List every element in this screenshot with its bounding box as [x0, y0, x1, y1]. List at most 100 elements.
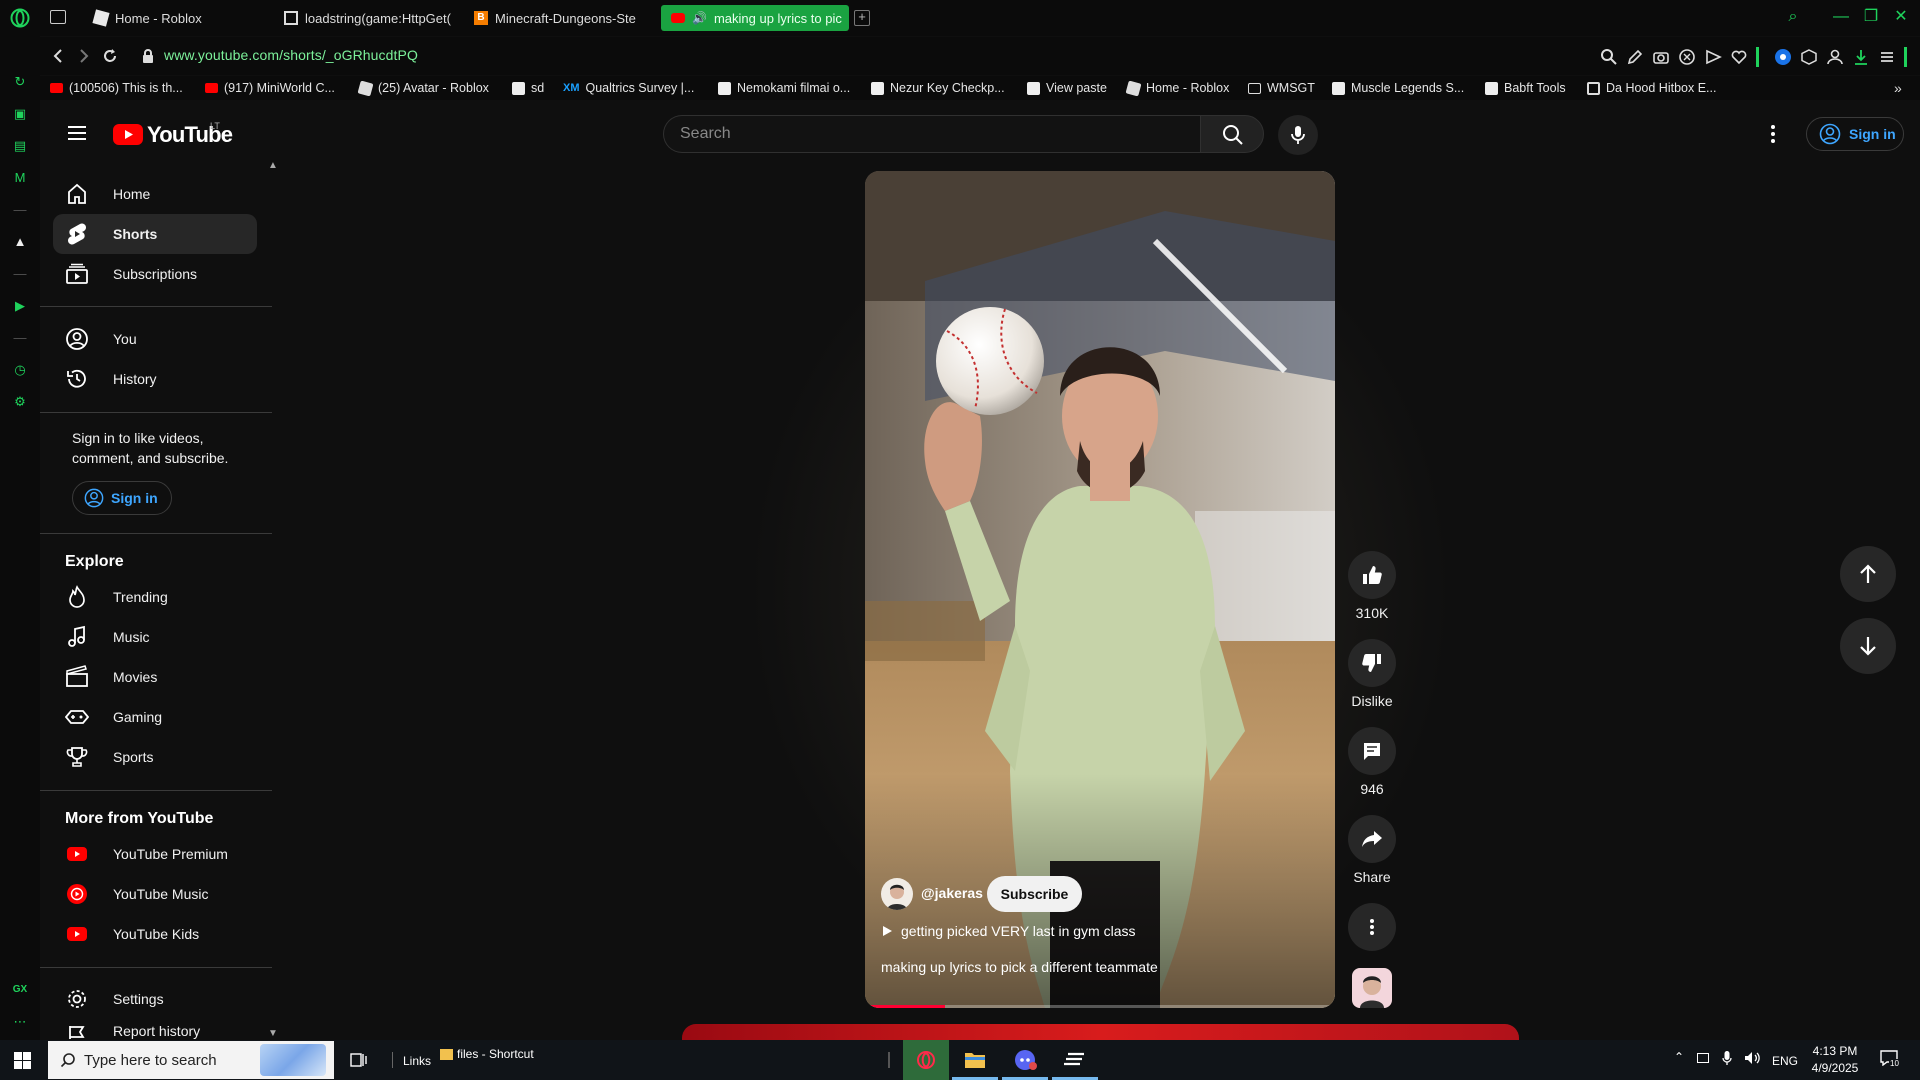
clock-time[interactable]: 4:13 PM [1810, 1044, 1860, 1058]
guide-scroll-up-icon[interactable]: ▲ [268, 160, 278, 171]
meet-now-icon[interactable] [1697, 1053, 1709, 1063]
file-explorer-app[interactable] [952, 1040, 998, 1080]
messenger-icon[interactable]: M [10, 168, 30, 188]
bookmark-item[interactable]: Muscle Legends S... [1332, 80, 1464, 96]
volume-icon[interactable] [1744, 1051, 1762, 1065]
youtube-logo-icon[interactable] [113, 124, 143, 145]
url-text[interactable]: www.youtube.com/shorts/_oGRhucdtPQ [164, 47, 418, 63]
bookmark-item[interactable]: (100506) This is th... [50, 80, 183, 96]
dislike-button[interactable] [1348, 639, 1396, 687]
bookmark-item[interactable]: View paste [1027, 80, 1107, 96]
tab-roblox-home[interactable]: Home - Roblox [84, 5, 272, 31]
discord-app[interactable] [1002, 1040, 1048, 1080]
shield-icon[interactable] [1678, 48, 1696, 66]
files-shortcut[interactable]: files - Shortcut [440, 1047, 534, 1061]
guide-history[interactable]: History [53, 359, 257, 399]
gx-control-icon[interactable]: ↻ [10, 72, 30, 92]
bookmark-item[interactable]: WMSGT [1248, 80, 1315, 96]
camera-icon[interactable] [1652, 48, 1670, 66]
speaker-icon[interactable]: 🔊 [692, 11, 707, 25]
guide-subscriptions[interactable]: Subscriptions [53, 254, 257, 294]
gx-corner-icon[interactable]: ▤ [10, 136, 30, 156]
sound-avatar[interactable] [1352, 968, 1392, 1008]
guide-trending[interactable]: Trending [53, 577, 257, 617]
share-button[interactable] [1348, 815, 1396, 863]
restore-button[interactable]: ❐ [1860, 6, 1882, 28]
opera-gx-logo[interactable] [9, 7, 31, 29]
settings-more-icon[interactable] [1770, 124, 1776, 144]
twitch-icon[interactable]: ▣ [10, 104, 30, 124]
search-box[interactable] [663, 115, 1200, 153]
channel-handle[interactable]: @jakeras [921, 885, 983, 901]
bookmark-item[interactable]: Da Hood Hitbox E... [1587, 80, 1716, 96]
windows-start-icon[interactable] [14, 1052, 31, 1069]
easy-setup-icon[interactable] [1878, 48, 1896, 66]
previous-short-button[interactable] [1840, 546, 1896, 602]
search-tabs-icon[interactable]: ⌕ [1782, 6, 1804, 28]
guide-report-history[interactable]: Report history [53, 1019, 257, 1039]
language-indicator[interactable]: ENG [1772, 1054, 1798, 1068]
lock-icon[interactable] [142, 49, 154, 63]
guide-settings[interactable]: Settings [53, 979, 257, 1019]
next-short-button[interactable] [1840, 618, 1896, 674]
bookmark-item[interactable]: XM Qualtrics Survey |... [563, 80, 694, 96]
more-bookmarks-icon[interactable]: » [1894, 80, 1902, 96]
guide-home[interactable]: Home [53, 174, 257, 214]
zoom-icon[interactable] [1600, 48, 1618, 66]
guide-music[interactable]: Music [53, 617, 257, 657]
taskbar-search-box[interactable]: Type here to search [48, 1041, 334, 1079]
search-button[interactable] [1200, 115, 1264, 153]
guide-movies[interactable]: Movies [53, 657, 257, 697]
send-icon[interactable] [1704, 48, 1722, 66]
player-icon[interactable]: ▶ [10, 296, 30, 316]
more-actions-button[interactable] [1348, 903, 1396, 951]
edit-icon[interactable] [1626, 48, 1644, 66]
minimize-button[interactable]: — [1830, 6, 1852, 28]
reload-icon[interactable] [102, 48, 118, 64]
tab-loadstring[interactable]: loadstring(game:HttpGet( [274, 5, 462, 31]
bookmark-item[interactable]: sd [512, 80, 544, 96]
close-window-button[interactable]: ✕ [1890, 6, 1912, 28]
microphone-tray-icon[interactable] [1722, 1050, 1732, 1066]
bookmark-item[interactable]: (917) MiniWorld C... [205, 80, 335, 96]
download-icon[interactable] [1852, 48, 1870, 66]
links-toolbar[interactable]: Links [403, 1054, 431, 1068]
bookmark-item[interactable]: Babft Tools [1485, 80, 1566, 96]
guide-shorts[interactable]: Shorts [53, 214, 257, 254]
guide-youtube-kids[interactable]: YouTube Kids [53, 914, 257, 954]
forward-icon[interactable] [76, 48, 92, 64]
notifications-icon[interactable]: 10 [1880, 1050, 1900, 1068]
guide-sports[interactable]: Sports [53, 737, 257, 777]
bookmark-item[interactable]: Home - Roblox [1125, 80, 1229, 96]
search-input[interactable] [664, 116, 1200, 152]
playlist-link[interactable]: getting picked VERY last in gym class [881, 923, 1136, 939]
show-hidden-icons[interactable]: ⌃ [1674, 1050, 1684, 1064]
channel-avatar[interactable] [881, 878, 913, 910]
app-lines-icon[interactable] [1052, 1040, 1098, 1080]
bookmark-item[interactable]: (25) Avatar - Roblox [357, 80, 489, 96]
menu-icon[interactable] [66, 124, 88, 142]
opera-gx-taskbar-app[interactable] [903, 1040, 949, 1080]
guide-scroll-down-icon[interactable]: ▼ [268, 1028, 278, 1039]
guide-youtube-premium[interactable]: YouTube Premium [53, 834, 257, 874]
shorts-video-player[interactable]: @jakeras Subscribe getting picked VERY l… [865, 171, 1335, 1008]
voice-search-button[interactable] [1278, 115, 1318, 155]
guide-sign-in-button[interactable]: Sign in [72, 481, 172, 515]
new-tab-button[interactable]: + [854, 10, 870, 26]
sign-in-button[interactable]: Sign in [1806, 117, 1904, 151]
back-icon[interactable] [50, 48, 66, 64]
app-icon[interactable]: ▲ [10, 232, 30, 252]
workspaces-icon[interactable] [50, 10, 66, 24]
more-icon[interactable]: ⋯ [10, 1012, 30, 1032]
bookmark-item[interactable]: Nezur Key Checkp... [871, 80, 1005, 96]
tab-youtube-short[interactable]: 🔊 making up lyrics to pic [661, 5, 849, 31]
heart-icon[interactable] [1730, 48, 1748, 66]
task-view-icon[interactable] [350, 1051, 368, 1069]
profile-icon[interactable] [1826, 48, 1844, 66]
history-icon[interactable]: ◷ [10, 360, 30, 380]
extension-blue-icon[interactable] [1774, 48, 1792, 66]
clock-date[interactable]: 4/9/2025 [1806, 1061, 1864, 1075]
guide-youtube-music[interactable]: YouTube Music [53, 874, 257, 914]
bookmark-item[interactable]: Nemokami filmai o... [718, 80, 850, 96]
extensions-cube-icon[interactable] [1800, 48, 1818, 66]
